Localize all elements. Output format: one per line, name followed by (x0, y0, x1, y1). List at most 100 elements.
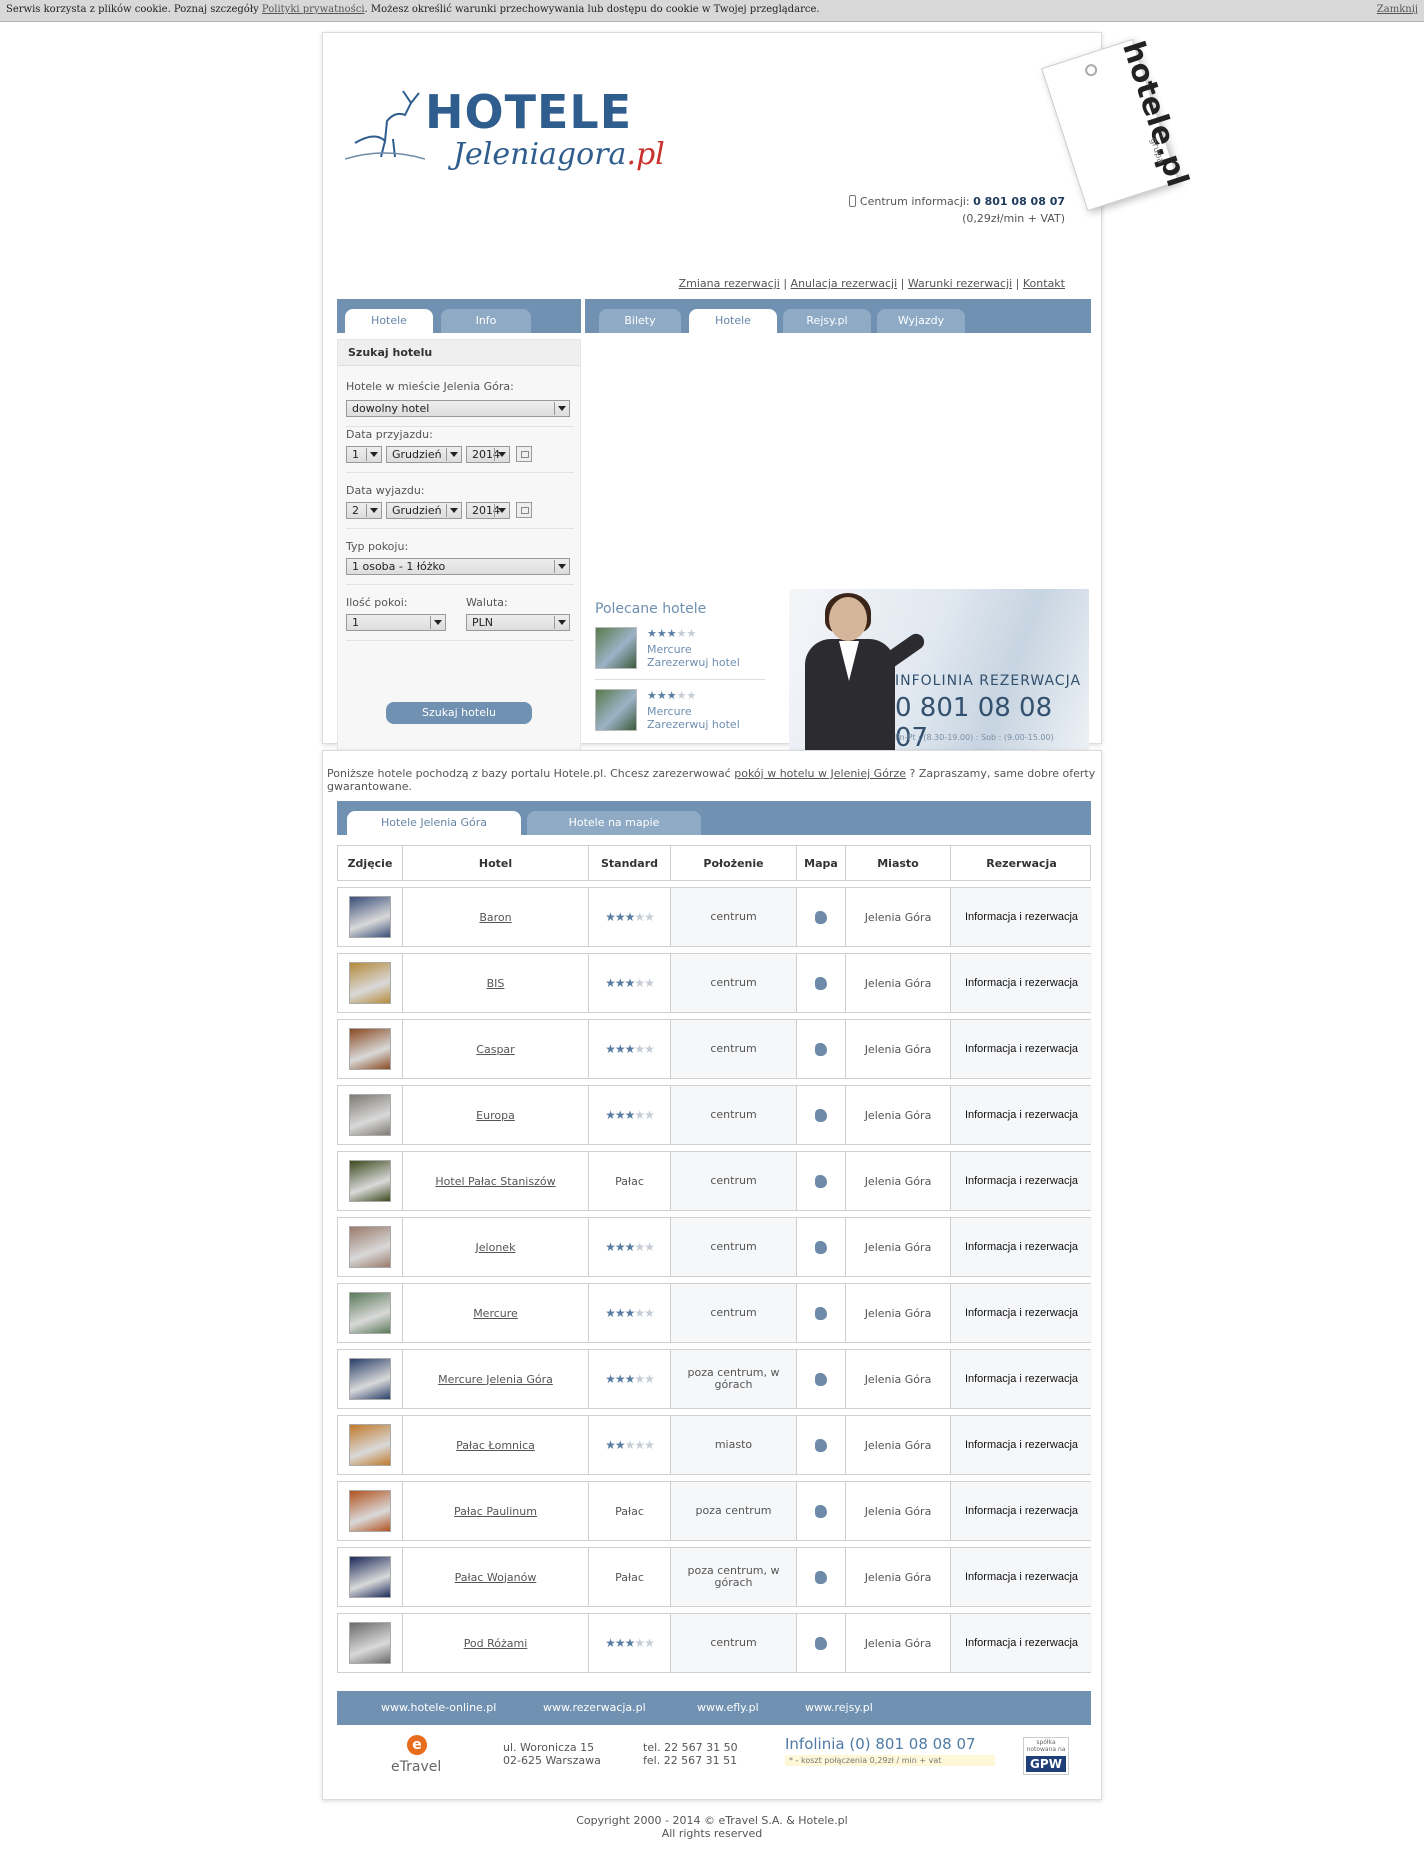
tab-wyjazdy[interactable]: Wyjazdy (877, 309, 965, 333)
departure-day-select[interactable]: 2 (346, 502, 382, 519)
departure-year-select[interactable]: 2014 (466, 502, 510, 519)
hotel-thumbnail[interactable] (349, 896, 391, 938)
hotel-thumbnail[interactable] (349, 1622, 391, 1664)
info-reservation-button[interactable]: Informacja i rezerwacja (965, 1241, 1078, 1253)
map-pin-icon[interactable] (815, 1108, 827, 1122)
info-reservation-button[interactable]: Informacja i rezerwacja (965, 1109, 1078, 1121)
hotel-name-link[interactable]: Mercure Jelenia Góra (438, 1373, 553, 1386)
partner-link[interactable]: www.rejsy.pl (805, 1701, 873, 1714)
map-pin-icon[interactable] (815, 976, 827, 990)
tab-bilety[interactable]: Bilety (599, 309, 681, 333)
arrival-year-select[interactable]: 2014 (466, 446, 510, 463)
tab-info[interactable]: Info (441, 309, 531, 333)
info-reservation-button[interactable]: Informacja i rezerwacja (965, 1637, 1078, 1649)
hotel-name-link[interactable]: Pod Różami (464, 1637, 528, 1650)
map-pin-icon[interactable] (815, 1636, 827, 1650)
map-pin-icon[interactable] (815, 1306, 827, 1320)
hotel-thumbnail[interactable] (349, 1226, 391, 1268)
info-reservation-button[interactable]: Informacja i rezerwacja (965, 1043, 1078, 1055)
map-pin-icon[interactable] (815, 1372, 827, 1386)
site-logo[interactable]: HOTELE Jeleniagora.pl (345, 71, 665, 191)
arrival-day-select[interactable]: 1 (346, 446, 382, 463)
hotel-thumbnail[interactable] (349, 1028, 391, 1070)
room-type-select[interactable]: 1 osoba - 1 łóżko (346, 558, 570, 575)
map-pin-icon[interactable] (815, 1042, 827, 1056)
map-pin-icon[interactable] (815, 1570, 827, 1584)
dropdown-arrow-icon (494, 504, 508, 517)
hotel-name-link[interactable]: Pałac Łomnica (456, 1439, 535, 1452)
recommended-item[interactable]: ★★★★★ Mercure Zarezerwuj hotel (595, 689, 765, 739)
col-header: Standard (589, 846, 671, 880)
hotel-thumbnail[interactable] (349, 1160, 391, 1202)
reservation-cell: Informacja i rezerwacja (951, 1020, 1092, 1078)
partner-link[interactable]: www.rezerwacja.pl (543, 1701, 646, 1714)
recommended-item[interactable]: ★★★★★ Mercure Zarezerwuj hotel (595, 627, 765, 677)
hotel-name-link[interactable]: Jelonek (476, 1241, 516, 1254)
link-change-reservation[interactable]: Zmiana rezerwacji (679, 277, 780, 290)
rooms-select[interactable]: 1 (346, 614, 446, 631)
city-cell: Jelenia Góra (846, 1086, 951, 1144)
infoline-banner[interactable]: INFOLINIA REZERWACJA 0 801 08 08 07 Pn-P… (789, 589, 1089, 757)
hotel-name-link[interactable]: Baron (479, 911, 511, 924)
info-reservation-button[interactable]: Informacja i rezerwacja (965, 977, 1078, 989)
city-cell: Jelenia Góra (846, 1284, 951, 1342)
hotel-name-link[interactable]: Hotel Pałac Staniszów (435, 1175, 555, 1188)
hotel-thumbnail[interactable] (349, 1358, 391, 1400)
recommended-name[interactable]: Mercure (647, 643, 740, 656)
hotel-thumbnail[interactable] (595, 689, 637, 731)
hotel-name-link[interactable]: Caspar (476, 1043, 514, 1056)
hotel-thumbnail[interactable] (349, 1490, 391, 1532)
table-row: Pałac Łomnica ★★★★★ miasto Jelenia Góra Info… (337, 1415, 1092, 1475)
search-hotel-button[interactable]: Szukaj hotelu (386, 702, 532, 724)
calendar-icon[interactable] (516, 446, 532, 462)
tab-hotele-jelenia-gora[interactable]: Hotele Jelenia Góra (347, 811, 521, 835)
info-reservation-button[interactable]: Informacja i rezerwacja (965, 911, 1078, 923)
info-reservation-button[interactable]: Informacja i rezerwacja (965, 1505, 1078, 1517)
map-pin-icon[interactable] (815, 910, 827, 924)
currency-select[interactable]: PLN (466, 614, 570, 631)
hotel-name-link[interactable]: BIS (487, 977, 505, 990)
tab-rejsy[interactable]: Rejsy.pl (783, 309, 871, 333)
gpw-badge[interactable]: spółka notowana na GPW (1023, 1737, 1069, 1775)
departure-month-select[interactable]: Grudzień (386, 502, 462, 519)
etravel-logo[interactable]: e eTravel (391, 1735, 443, 1779)
map-pin-icon[interactable] (815, 1174, 827, 1188)
arrival-month-select[interactable]: Grudzień (386, 446, 462, 463)
info-reservation-button[interactable]: Informacja i rezerwacja (965, 1307, 1078, 1319)
hotel-thumbnail[interactable] (349, 1094, 391, 1136)
tab-hotele-right[interactable]: Hotele (689, 309, 777, 333)
hotel-thumbnail[interactable] (349, 1424, 391, 1466)
hotel-name-link[interactable]: Pałac Wojanów (455, 1571, 537, 1584)
recommended-name[interactable]: Mercure (647, 705, 740, 718)
privacy-policy-link[interactable]: Polityki prywatności (262, 4, 365, 15)
location-text: poza centrum, w górach (687, 1366, 780, 1391)
recommended-book-link[interactable]: Zarezerwuj hotel (647, 718, 740, 731)
cookie-close-link[interactable]: Zamknij (1377, 4, 1418, 15)
map-pin-icon[interactable] (815, 1240, 827, 1254)
recommended-book-link[interactable]: Zarezerwuj hotel (647, 656, 740, 669)
map-pin-icon[interactable] (815, 1504, 827, 1518)
tab-hotele-na-mapie[interactable]: Hotele na mapie (527, 811, 701, 835)
hotel-thumbnail[interactable] (349, 1292, 391, 1334)
hotel-thumbnail[interactable] (349, 1556, 391, 1598)
partner-link[interactable]: www.efly.pl (697, 1701, 759, 1714)
hotel-select[interactable]: dowolny hotel (346, 400, 570, 417)
tab-hotele-left[interactable]: Hotele (345, 309, 433, 333)
info-reservation-button[interactable]: Informacja i rezerwacja (965, 1571, 1078, 1583)
info-reservation-button[interactable]: Informacja i rezerwacja (965, 1175, 1078, 1187)
link-cancel-reservation[interactable]: Anulacja rezerwacji (791, 277, 898, 290)
partner-link[interactable]: www.hotele-online.pl (381, 1701, 496, 1714)
info-reservation-button[interactable]: Informacja i rezerwacja (965, 1373, 1078, 1385)
hotel-thumbnail[interactable] (349, 962, 391, 1004)
map-pin-icon[interactable] (815, 1438, 827, 1452)
link-contact[interactable]: Kontakt (1023, 277, 1065, 290)
hotel-thumbnail[interactable] (595, 627, 637, 669)
calendar-icon[interactable] (516, 502, 532, 518)
consultant-figure (829, 597, 867, 641)
info-reservation-button[interactable]: Informacja i rezerwacja (965, 1439, 1078, 1451)
hotel-name-link[interactable]: Europa (476, 1109, 515, 1122)
hotel-name-link[interactable]: Mercure (473, 1307, 518, 1320)
link-reservation-terms[interactable]: Warunki rezerwacji (908, 277, 1012, 290)
hotel-name-link[interactable]: Pałac Paulinum (454, 1505, 537, 1518)
intro-link[interactable]: pokój w hotelu w Jeleniej Górze (734, 767, 906, 780)
